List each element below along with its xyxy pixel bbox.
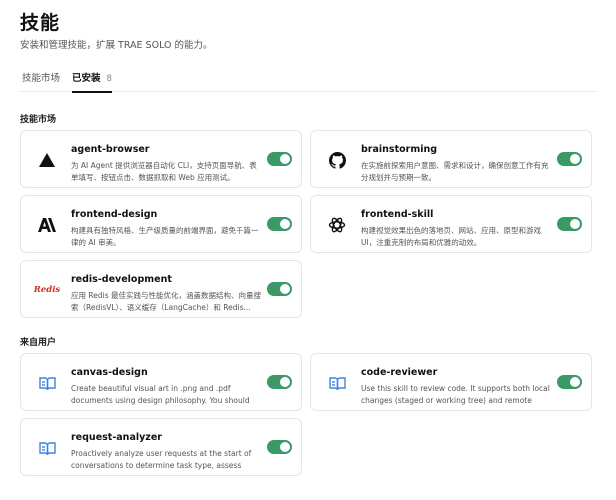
skill-card-frontend-skill[interactable]: frontend-skill 构建视觉效果出色的落地页、网站、应用、原型和游戏U… (310, 195, 592, 253)
skill-card-brainstorming[interactable]: brainstorming 在实施前探索用户意图、需求和设计，确保创意工作有充分… (310, 130, 592, 188)
skill-description: 为 AI Agent 提供浏览器自动化 CLI，支持页面导航、表单填写、按钮点击… (71, 161, 257, 182)
tab-marketplace-label: 技能市场 (22, 73, 61, 84)
page-subtitle: 安装和管理技能，扩展 TRAE SOLO 的能力。 (20, 40, 213, 51)
skill-toggle[interactable] (267, 440, 292, 454)
skill-name: brainstorming (361, 144, 438, 155)
skills-page: 技能 安装和管理技能，扩展 TRAE SOLO 的能力。 技能市场 已安装 8 技… (0, 0, 616, 500)
toggle-knob (570, 377, 580, 387)
skill-card-request-analyzer[interactable]: request-analyzer Proactively analyze use… (20, 418, 302, 476)
skill-name: request-analyzer (71, 432, 162, 443)
skill-description: 构建视觉效果出色的落地页、网站、应用、原型和游戏UI，注重克制的布局和优雅的动效… (361, 226, 541, 247)
skill-toggle[interactable] (557, 217, 582, 231)
tab-installed-label: 已安装 (72, 73, 101, 84)
openai-icon (327, 215, 347, 235)
skill-toggle[interactable] (267, 217, 292, 231)
skill-toggle[interactable] (267, 152, 292, 166)
skill-name: redis-development (71, 274, 172, 285)
anthropic-icon (37, 215, 57, 235)
skill-description: 应用 Redis 最佳实践与性能优化，涵盖数据结构、向量搜索（RedisVL）、… (71, 291, 261, 312)
tab-bar: 技能市场 已安装 8 (20, 66, 596, 93)
redis-logo-icon: Redis (34, 280, 60, 300)
tab-installed[interactable]: 已安装 8 (72, 70, 112, 93)
tab-installed-count: 8 (106, 74, 112, 84)
page-title: 技能 (20, 12, 61, 34)
toggle-knob (570, 219, 580, 229)
toggle-knob (280, 219, 290, 229)
skill-toggle[interactable] (267, 375, 292, 389)
book-icon (327, 373, 347, 393)
skill-name: frontend-design (71, 209, 158, 220)
skill-description: Proactively analyze user requests at the… (71, 449, 252, 470)
skill-card-redis-development[interactable]: Redis redis-development 应用 Redis 最佳实践与性能… (20, 260, 302, 318)
redis-logo-text: Redis (33, 285, 61, 295)
skill-description: 构建具有独特风格、生产级质量的前端界面，避免千篇一律的 AI 审美。 (71, 226, 259, 247)
skill-name: agent-browser (71, 144, 150, 155)
skill-card-canvas-design[interactable]: canvas-design Create beautiful visual ar… (20, 353, 302, 411)
section-title-user: 来自用户 (20, 338, 57, 348)
skill-description: Use this skill to review code. It suppor… (361, 384, 550, 405)
skill-toggle[interactable] (267, 282, 292, 296)
toggle-knob (280, 154, 290, 164)
skill-card-frontend-design[interactable]: frontend-design 构建具有独特风格、生产级质量的前端界面，避免千篇… (20, 195, 302, 253)
skill-description: Create beautiful visual art in .png and … (71, 384, 250, 405)
toggle-knob (280, 442, 290, 452)
section-title-marketplace: 技能市场 (20, 115, 57, 125)
skill-name: frontend-skill (361, 209, 434, 220)
skill-toggle[interactable] (557, 152, 582, 166)
skill-toggle[interactable] (557, 375, 582, 389)
skill-description: 在实施前探索用户意图、需求和设计，确保创意工作有充分规划并与预期一致。 (361, 161, 549, 182)
book-icon (37, 373, 57, 393)
triangle-icon (37, 150, 57, 170)
tab-marketplace[interactable]: 技能市场 (22, 70, 60, 92)
skill-card-agent-browser[interactable]: agent-browser 为 AI Agent 提供浏览器自动化 CLI，支持… (20, 130, 302, 188)
toggle-knob (280, 284, 290, 294)
book-icon (37, 438, 57, 458)
toggle-knob (280, 377, 290, 387)
github-icon (327, 150, 347, 170)
skill-name: code-reviewer (361, 367, 438, 378)
skill-card-code-reviewer[interactable]: code-reviewer Use this skill to review c… (310, 353, 592, 411)
skill-name: canvas-design (71, 367, 148, 378)
toggle-knob (570, 154, 580, 164)
